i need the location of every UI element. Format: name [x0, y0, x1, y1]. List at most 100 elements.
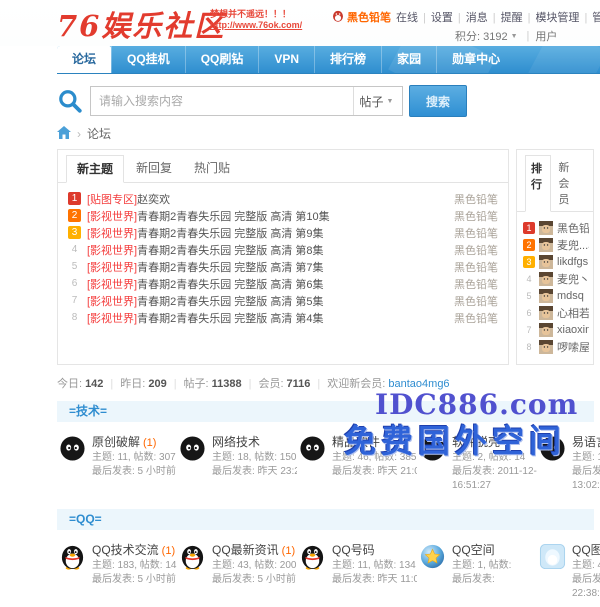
forum-name[interactable]: 网络技术 — [212, 435, 260, 449]
link-settings[interactable]: 设置 — [418, 9, 453, 25]
thread-author[interactable]: 黑色铅笔 — [446, 293, 498, 309]
thread-category[interactable]: [贴图专区] — [87, 191, 137, 207]
thread-category[interactable]: [影视世界] — [87, 293, 137, 309]
home-icon[interactable] — [57, 126, 71, 142]
tab-hot-posts[interactable]: 热门贴 — [184, 155, 240, 183]
ranking-row[interactable]: 1 黑色铅笔 — [523, 219, 589, 236]
user-group-label[interactable]: 用户 — [535, 28, 557, 44]
newest-member-link[interactable]: bantao4mg6 — [388, 378, 449, 390]
forum-name[interactable]: 易语言交流 — [572, 435, 600, 449]
tab-new-replies[interactable]: 新回复 — [126, 155, 182, 183]
thread-row[interactable]: 5 [影视世界] 青春期2青春失乐园 完整版 高清 第7集 黑色铅笔 — [68, 258, 498, 275]
tab-new-members[interactable]: 新会员 — [553, 155, 585, 212]
ranking-row[interactable]: 4 麦兜丶_A姐 — [523, 270, 589, 287]
search-scope-select[interactable]: 帖子 ▼ — [353, 87, 402, 115]
ranking-row[interactable]: 2 麦兜...小峰 — [523, 236, 589, 253]
forum-block[interactable]: QQ图标 主题: 4 最后发表 22:38:0 — [537, 530, 600, 607]
thread-row[interactable]: 8 [影视世界] 青春期2青春失乐园 完整版 高清 第4集 黑色铅笔 — [68, 309, 498, 326]
link-online[interactable]: 在线 — [396, 9, 418, 25]
member-name[interactable]: 麦兜丶_A姐 — [557, 271, 589, 287]
thread-author[interactable]: 黑色铅笔 — [446, 310, 498, 326]
forum-block[interactable]: QQ最新资讯(1) 主题: 43, 帖数: 200 最后发表: 5 小时前 — [177, 530, 297, 607]
thread-category[interactable]: [影视世界] — [87, 225, 137, 241]
forum-block[interactable]: 网络技术 主题: 18, 帖数: 150 最后发表: 昨天 23:26 — [177, 422, 297, 499]
thread-title[interactable]: 青春期2青春失乐园 完整版 高清 第6集 — [137, 276, 323, 292]
nav-tab-qq-diamond[interactable]: QQ刷钻 — [185, 46, 259, 73]
forum-block[interactable]: QQ号码 主题: 11, 帖数: 134 最后发表: 昨天 11:05 — [297, 530, 417, 607]
nav-tab-forum[interactable]: 论坛 — [57, 46, 111, 73]
thread-author[interactable]: 黑色铅笔 — [446, 276, 498, 292]
member-name[interactable]: xiaoxing123 — [557, 324, 589, 336]
ranking-row[interactable]: 6 心相若则不离 — [523, 304, 589, 321]
thread-author[interactable]: 黑色铅笔 — [446, 242, 498, 258]
thread-row[interactable]: 1 [贴图专区] 赵奕欢 黑色铅笔 — [68, 190, 498, 207]
thread-row[interactable]: 7 [影视世界] 青春期2青春失乐园 完整版 高清 第5集 黑色铅笔 — [68, 292, 498, 309]
forum-name[interactable]: QQ图标 — [572, 543, 600, 557]
member-name[interactable]: mdsq — [557, 290, 584, 302]
thread-author[interactable]: 黑色铅笔 — [446, 259, 498, 275]
current-username[interactable]: 黑色铅笔 — [347, 9, 391, 25]
nav-tab-ranking[interactable]: 排行榜 — [314, 46, 381, 73]
forum-block[interactable]: 原创破解(1) 主题: 11, 帖数: 307 最后发表: 5 小时前 — [57, 422, 177, 499]
thread-title[interactable]: 青春期2青春失乐园 完整版 高清 第7集 — [137, 259, 323, 275]
nav-tab-vpn[interactable]: VPN — [258, 46, 314, 73]
thread-category[interactable]: [影视世界] — [87, 310, 137, 326]
link-module-admin[interactable]: 模块管理 — [523, 9, 580, 25]
search-input[interactable] — [91, 87, 353, 115]
tab-new-threads[interactable]: 新主题 — [66, 155, 124, 183]
ranking-row[interactable]: 5 mdsq — [523, 287, 589, 304]
thread-category[interactable]: [影视世界] — [87, 208, 137, 224]
forum-block[interactable]: 软件脱壳 主题: 2, 帖数: 14 最后发表: 2011-12-25 16:5… — [417, 422, 537, 499]
thread-title[interactable]: 青春期2青春失乐园 完整版 高清 第10集 — [137, 208, 330, 224]
thread-title[interactable]: 青春期2青春失乐园 完整版 高清 第5集 — [137, 293, 323, 309]
thread-row[interactable]: 3 [影视世界] 青春期2青春失乐园 完整版 高清 第9集 黑色铅笔 — [68, 224, 498, 241]
thread-title[interactable]: 青春期2青春失乐园 完整版 高清 第8集 — [137, 242, 323, 258]
thread-author[interactable]: 黑色铅笔 — [446, 191, 498, 207]
thread-category[interactable]: [影视世界] — [87, 242, 137, 258]
forum-name[interactable]: QQ技术交流 — [92, 543, 159, 557]
member-name[interactable]: likdfgs — [557, 256, 588, 268]
thread-category[interactable]: [影视世界] — [87, 259, 137, 275]
link-admin-center[interactable]: 管理中心 — [579, 9, 600, 25]
forum-name[interactable]: QQ号码 — [332, 543, 375, 557]
thread-title[interactable]: 赵奕欢 — [137, 191, 170, 207]
member-name[interactable]: 心相若则不离 — [557, 305, 589, 321]
search-button[interactable]: 搜索 — [409, 85, 467, 117]
link-messages[interactable]: 消息 — [453, 9, 488, 25]
credits-value[interactable]: 积分: 3192 — [455, 28, 508, 44]
forum-block[interactable]: QQ空间 主题: 1, 帖数: 最后发表: — [417, 530, 537, 607]
thread-row[interactable]: 4 [影视世界] 青春期2青春失乐园 完整版 高清 第8集 黑色铅笔 — [68, 241, 498, 258]
thread-title[interactable]: 青春期2青春失乐园 完整版 高清 第4集 — [137, 310, 323, 326]
nav-tab-home[interactable]: 家园 — [381, 46, 436, 73]
forum-block[interactable]: QQ技术交流(1) 主题: 183, 帖数: 1462 最后发表: 5 小时前 — [57, 530, 177, 607]
section-header-tech[interactable]: =技术= — [57, 401, 594, 422]
thread-row[interactable]: 6 [影视世界] 青春期2青春失乐园 完整版 高清 第6集 黑色铅笔 — [68, 275, 498, 292]
site-url[interactable]: http://www.76ok.com/ — [210, 20, 302, 31]
member-name[interactable]: 黑色铅笔 — [557, 220, 589, 236]
forum-name[interactable]: 原创破解 — [92, 435, 140, 449]
breadcrumb-forum[interactable]: 论坛 — [87, 125, 111, 142]
chevron-down-icon[interactable]: ▼ — [511, 33, 518, 40]
section-header-qq[interactable]: =QQ= — [57, 509, 594, 530]
forum-name[interactable]: 软件脱壳 — [452, 435, 500, 449]
tab-ranking[interactable]: 排行 — [525, 155, 551, 212]
forum-name[interactable]: QQ空间 — [452, 543, 495, 557]
thread-author[interactable]: 黑色铅笔 — [446, 208, 498, 224]
forum-name[interactable]: QQ最新资讯 — [212, 543, 279, 557]
member-name[interactable]: 啰嗦屋 — [557, 339, 589, 355]
thread-author[interactable]: 黑色铅笔 — [446, 225, 498, 241]
thread-row[interactable]: 2 [影视世界] 青春期2青春失乐园 完整版 高清 第10集 黑色铅笔 — [68, 207, 498, 224]
ranking-row[interactable]: 3 likdfgs — [523, 253, 589, 270]
site-logo[interactable]: 76娱乐社区 — [57, 3, 225, 45]
nav-tab-medals[interactable]: 勋章中心 — [436, 46, 515, 73]
forum-block[interactable]: 精品软件 主题: 46, 帖数: 385 最后发表: 昨天 21:00 — [297, 422, 417, 499]
forum-name[interactable]: 精品软件 — [332, 435, 380, 449]
link-notifications[interactable]: 提醒 — [488, 9, 523, 25]
member-name[interactable]: 麦兜...小峰 — [557, 237, 589, 253]
thread-category[interactable]: [影视世界] — [87, 276, 137, 292]
ranking-row[interactable]: 7 xiaoxing123 — [523, 321, 589, 338]
ranking-row[interactable]: 8 啰嗦屋 — [523, 338, 589, 355]
nav-tab-qq-hangup[interactable]: QQ挂机 — [111, 46, 185, 73]
forum-block[interactable]: 易语言交流 主题: 14, 帖数: 最后发表: 13:02:4 — [537, 422, 600, 499]
thread-title[interactable]: 青春期2青春失乐园 完整版 高清 第9集 — [137, 225, 323, 241]
